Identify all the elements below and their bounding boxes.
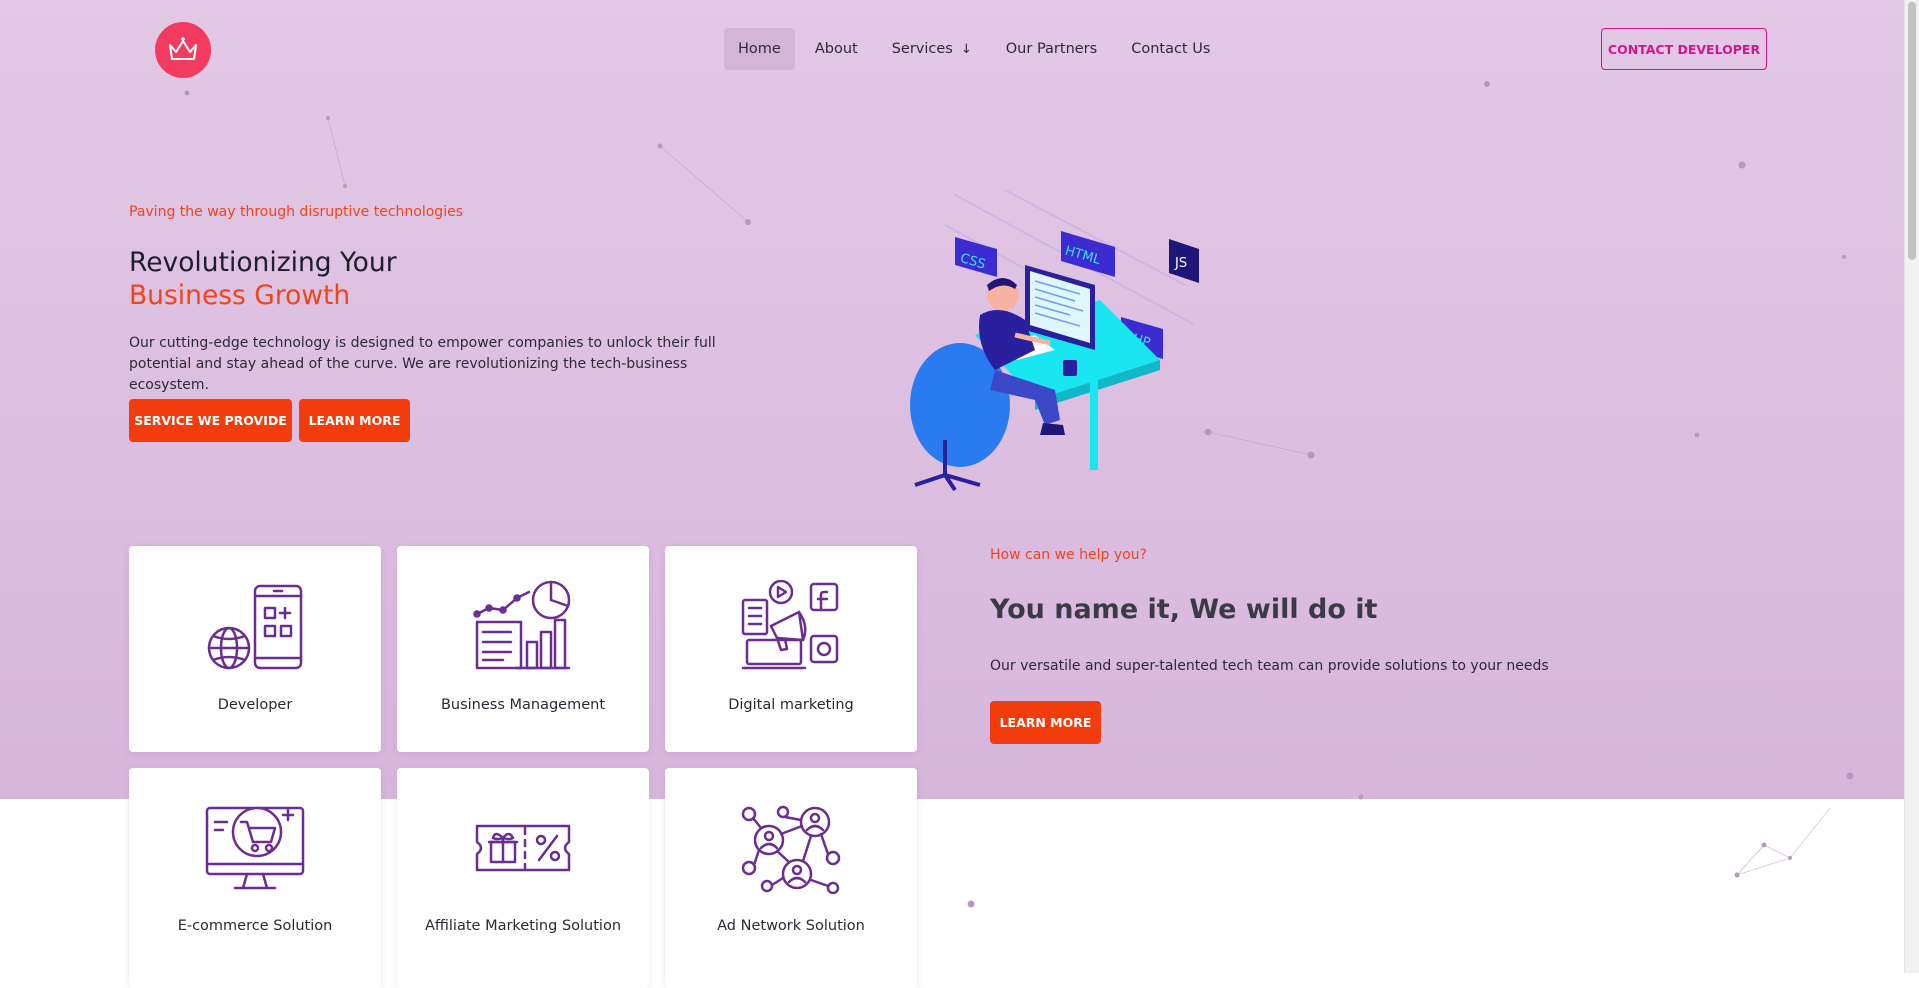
service-card-ecommerce[interactable]: E-commerce Solution: [129, 768, 381, 988]
logo[interactable]: [155, 22, 211, 78]
nav-services[interactable]: Services ↓: [878, 28, 986, 70]
hero-title: Revolutionizing Your Business Growth: [129, 246, 397, 312]
hero-learn-more-button[interactable]: LEARN MORE: [299, 399, 410, 442]
service-label: Digital marketing: [728, 697, 854, 713]
nav-partners-label: Our Partners: [1005, 41, 1098, 57]
coupon-gift-icon: [475, 824, 571, 872]
developer-at-desk-illustration: CSS HTML JS PHP: [910, 189, 1199, 492]
help-title: You name it, We will do it: [990, 594, 1378, 625]
hero-title-accent: Business Growth: [129, 280, 351, 311]
service-card-developer[interactable]: Developer: [129, 546, 381, 752]
business-chart-icon: [473, 580, 571, 670]
nav-home-label: Home: [738, 41, 781, 57]
svg-text:JS: JS: [1174, 256, 1187, 271]
service-we-provide-button[interactable]: SERVICE WE PROVIDE: [129, 399, 292, 442]
help-description: Our versatile and super-talented tech te…: [990, 658, 1549, 674]
hero-title-line1: Revolutionizing Your: [129, 247, 397, 278]
mobile-web-developer-icon: [207, 584, 303, 670]
nav-contact-label: Contact Us: [1131, 41, 1211, 57]
nav-contact-us[interactable]: Contact Us: [1117, 28, 1224, 70]
help-learn-more-button[interactable]: LEARN MORE: [990, 701, 1101, 744]
html-badge: HTML: [1061, 231, 1115, 277]
network-users-icon: [741, 805, 841, 894]
hero-description: Our cutting-edge technology is designed …: [129, 335, 716, 393]
nav-about[interactable]: About: [801, 28, 872, 70]
main-nav: Home About Services ↓ Our Partners Contac…: [724, 28, 1224, 70]
service-card-ad-network[interactable]: Ad Network Solution: [665, 768, 917, 988]
css-badge: CSS: [955, 237, 997, 277]
service-card-digital-marketing[interactable]: Digital marketing: [665, 546, 917, 752]
contact-developer-button[interactable]: CONTACT DEVELOPER: [1601, 28, 1767, 70]
page-scrollbar[interactable]: [1904, 0, 1919, 973]
service-label: E-commerce Solution: [177, 918, 333, 934]
nav-services-label: Services: [891, 41, 953, 57]
nav-our-partners[interactable]: Our Partners: [992, 28, 1111, 70]
nav-home[interactable]: Home: [724, 28, 795, 70]
service-label: Business Management: [440, 697, 606, 713]
hero-tagline: Paving the way through disruptive techno…: [129, 204, 463, 220]
service-card-affiliate-marketing[interactable]: Affiliate Marketing Solution: [397, 768, 649, 988]
service-label: Ad Network Solution: [717, 918, 865, 934]
nav-about-label: About: [814, 41, 858, 57]
service-label: Developer: [217, 697, 293, 713]
help-tagline: How can we help you?: [990, 547, 1147, 563]
arrow-down-icon: ↓: [960, 41, 972, 57]
scrollbar-thumb[interactable]: [1908, 2, 1916, 260]
megaphone-marketing-icon: [741, 580, 839, 670]
crown-icon: [169, 37, 197, 60]
js-badge: JS: [1169, 239, 1199, 283]
service-label: Affiliate Marketing Solution: [424, 918, 622, 934]
service-card-business-management[interactable]: Business Management: [397, 546, 649, 752]
ecommerce-cart-monitor-icon: [205, 806, 305, 890]
